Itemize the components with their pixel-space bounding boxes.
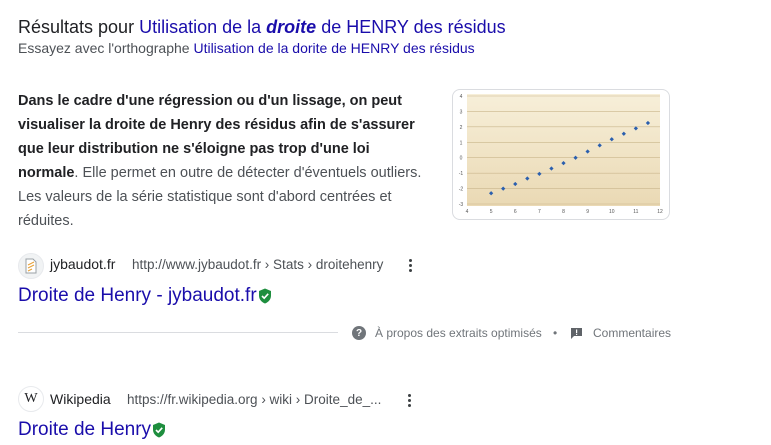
about-featured-snippets-button[interactable]: ? À propos des extraits optimisés (352, 326, 542, 340)
x-tick-label: 11 (633, 209, 638, 215)
spelling-suggestion-line: Essayez avec l'orthographe Utilisation d… (18, 40, 475, 56)
y-tick-label: 4 (460, 94, 463, 100)
jybaudot-favicon (18, 253, 44, 279)
y-tick-label: 1 (460, 140, 463, 146)
result1-url: http://www.jybaudot.fr › Stats › droiteh… (132, 257, 384, 272)
y-tick-label: -1 (459, 171, 464, 177)
help-icon: ? (352, 326, 366, 340)
result1-title: Droite de Henry - jybaudot.fr (18, 285, 257, 306)
henry-line-thumbnail-chart: 43210-1-2-3 4 5 6 7 8 9 10 11 12 (459, 94, 663, 215)
document-icon (25, 258, 37, 274)
snippet-rest: . Elle permet en outre de détecter d'éve… (18, 165, 422, 229)
result2-site-name: Wikipedia (50, 391, 111, 407)
y-tick-label: 3 (460, 109, 463, 115)
result2-title: Droite de Henry (18, 419, 152, 440)
plot-area (467, 94, 660, 206)
x-tick-label: 8 (562, 209, 565, 215)
feedback-icon (571, 327, 582, 339)
result2-url: https://fr.wikipedia.org › wiki › Droite… (127, 392, 382, 407)
x-tick-label: 7 (538, 209, 541, 215)
result1-title-link[interactable]: Droite de Henry - jybaudot.fr (18, 285, 272, 307)
x-tick-label: 6 (514, 209, 517, 215)
wikipedia-favicon: W (18, 386, 44, 412)
x-tick-label: 10 (609, 209, 615, 215)
corrected-query-link[interactable]: Utilisation de la droite de HENRY des ré… (139, 17, 506, 37)
y-tick-label: -3 (459, 202, 464, 208)
featured-snippet-text: Dans le cadre d'une régression ou d'un l… (18, 89, 428, 233)
result2-title-link[interactable]: Droite de Henry (18, 419, 166, 441)
feedback-button[interactable]: Commentaires (570, 326, 671, 340)
result2-more-options-icon[interactable] (400, 389, 418, 411)
y-tick-label: 0 (460, 156, 463, 162)
verified-shield-icon (258, 288, 271, 304)
snippet-divider (18, 332, 338, 333)
results-for-label: Résultats pour (18, 17, 135, 37)
x-tick-label: 5 (490, 209, 493, 215)
footer-separator: • (553, 326, 558, 340)
snippet-thumbnail[interactable]: 4 3 2 1 0 -1 -2 -3 4 5 6 7 8 9 10 11 12 (452, 89, 670, 220)
x-tick-label: 4 (466, 209, 469, 215)
x-tick-label: 9 (586, 209, 589, 215)
original-query-link[interactable]: Utilisation de la dorite de HENRY des ré… (193, 40, 474, 56)
y-tick-label: 2 (460, 125, 463, 131)
verified-shield-icon (153, 422, 166, 438)
result1-site-name: jybaudot.fr (50, 256, 116, 272)
result1-more-options-icon[interactable] (401, 254, 419, 276)
wikipedia-w-icon: W (24, 391, 38, 406)
spelling-correction-line: Résultats pour Utilisation de la droite … (18, 17, 506, 38)
try-spelling-label: Essayez avec l'orthographe (18, 40, 190, 56)
y-tick-label: -2 (459, 187, 464, 193)
x-tick-label: 12 (657, 209, 663, 215)
